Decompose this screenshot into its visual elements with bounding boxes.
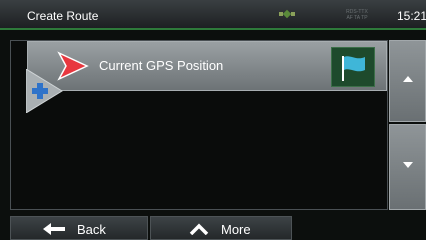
title-bar: Create Route RDS-TTX AF TA TP 15:21 xyxy=(0,0,426,30)
chevron-up-icon xyxy=(189,223,209,235)
arrow-up-icon xyxy=(403,76,413,82)
clock: 15:21 xyxy=(397,9,426,23)
satellite-icon xyxy=(279,7,295,21)
bottom-bar: Back More xyxy=(0,216,426,240)
more-label: More xyxy=(221,222,251,237)
page-title: Create Route xyxy=(27,9,99,23)
add-waypoint-button[interactable] xyxy=(25,68,64,114)
rds-indicator: RDS-TTX AF TA TP xyxy=(337,9,377,21)
arrow-down-icon xyxy=(403,162,413,168)
route-point-item[interactable]: Current GPS Position xyxy=(27,41,387,91)
scroll-down-button[interactable] xyxy=(389,124,426,210)
back-button[interactable]: Back xyxy=(10,216,148,240)
scroll-up-button[interactable] xyxy=(389,40,426,122)
destination-flag-icon[interactable] xyxy=(331,47,375,87)
rds-flags: AF TA TP xyxy=(346,15,368,21)
back-label: Back xyxy=(77,222,106,237)
route-point-label: Current GPS Position xyxy=(99,58,224,73)
arrow-left-icon xyxy=(43,223,65,235)
more-button[interactable]: More xyxy=(150,216,292,240)
